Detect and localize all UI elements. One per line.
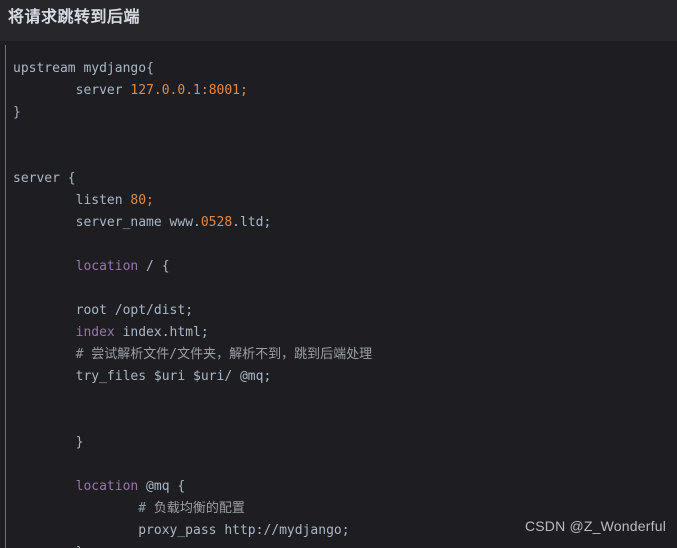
code-token: ; (240, 83, 248, 98)
code-token: 0528 (200, 215, 233, 230)
code-line: # 负载均衡的配置 (13, 498, 677, 520)
code-token: listen (13, 193, 131, 208)
code-line: } (13, 542, 677, 548)
code-line: upstream mydjango{ (13, 58, 677, 80)
code-token: location (13, 479, 139, 494)
csdn-watermark: CSDN @Z_Wonderful (524, 518, 666, 534)
code-line: server 127.0.0.1:8001; (13, 80, 677, 102)
section-header: 将请求跳转到后端 (0, 0, 677, 41)
code-token: 8001 (208, 83, 240, 98)
code-token: index (13, 325, 115, 340)
code-line: server { (13, 168, 677, 190)
code-line: } (13, 102, 677, 124)
code-token: } (13, 105, 21, 120)
code-token: # (13, 347, 92, 362)
code-token: / { (138, 259, 170, 274)
code-line: try_files $uri $uri/ @mq; (13, 366, 677, 388)
code-token: { (146, 61, 154, 76)
code-token: 尝试解析文件/文件夹，解析不到，跳到后端处理 (91, 347, 373, 362)
code-token: server (13, 83, 131, 98)
code-token: upstream mydjango (13, 61, 147, 76)
code-token: 127.0.0.1 (130, 83, 201, 98)
code-token: location (13, 259, 139, 274)
code-line: } (13, 432, 677, 454)
code-block-container: upstream mydjango{ server 127.0.0.1:8001… (0, 41, 677, 548)
code-line: location / { (13, 256, 677, 278)
code-line: location @mq { (13, 476, 677, 498)
code-token: /opt/dist; (114, 303, 194, 318)
code-token: index.html; (114, 325, 209, 340)
code-token: server (13, 171, 68, 186)
code-token: www. (169, 215, 201, 230)
code-line: listen 80; (13, 190, 677, 212)
code-token: try_files $uri $uri/ @mq; (13, 369, 272, 384)
screenshot-root: 将请求跳转到后端 upstream mydjango{ server 127.0… (0, 0, 677, 548)
code-line: index index.html; (13, 322, 677, 344)
code-token: root (13, 303, 115, 318)
code-line: # 尝试解析文件/文件夹，解析不到，跳到后端处理 (13, 344, 677, 366)
code-line: server_name www.0528.ltd; (13, 212, 677, 234)
page-title: 将请求跳转到后端 (8, 7, 141, 26)
code-token: { (67, 171, 76, 186)
code-token: server_name (13, 215, 170, 230)
code-token: @mq { (138, 479, 186, 494)
code-token: } (13, 435, 84, 450)
nginx-config-code[interactable]: upstream mydjango{ server 127.0.0.1:8001… (13, 58, 677, 548)
code-token: proxy_pass http://mydjango; (13, 523, 350, 538)
code-line: root /opt/dist; (13, 300, 677, 322)
code-token: # (13, 501, 154, 516)
code-token: 80; (130, 193, 154, 208)
code-token: : (200, 83, 209, 98)
code-token: .ltd; (232, 215, 272, 230)
code-token: 负载均衡的配置 (153, 501, 245, 516)
code-left-rule (5, 45, 6, 548)
